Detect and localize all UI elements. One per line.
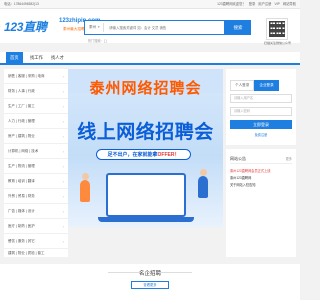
chevron-right-icon: › [62,74,64,79]
notice-item[interactable]: 泰州123直聘网会员正式上线 [230,168,270,173]
category-item[interactable]: 销售 | 客服 | 采购 | 电商 › [4,69,68,84]
wechat-qr-code [266,18,288,40]
category-label: 生产 | 物流 | 管理 [8,164,35,168]
category-item[interactable]: 生产 | 物流 | 管理 › [4,159,68,174]
banner-pill: 足不出户，在家就能拿OFFER！ [96,149,191,160]
free-register-link[interactable]: 免费注册 [230,132,292,137]
divider [230,163,292,164]
person-head-illustration [82,173,89,180]
chevron-right-icon: › [62,119,64,124]
nav-find-jobs[interactable]: 找工作 [26,52,47,63]
category-label: 教育 | 培训 | 翻译 [8,179,35,183]
login-button[interactable]: 立即登录 [230,120,292,129]
category-label: 计算机 | 网络 | 技术 [8,149,39,153]
banner-title-top: 泰州网络招聘会 [89,80,202,97]
username-field[interactable]: 请输入用户名 [230,94,292,103]
famous-companies-section: 名企招聘 查看更多 [0,264,300,300]
password-field[interactable]: 请输入密码 [230,107,292,116]
banner-pill-text: 足不出户，在家就能拿 [107,152,158,158]
category-label: 外贸 | 贸易 | 财务 [8,194,35,198]
person-head-illustration [200,169,207,176]
chevron-right-icon: › [62,149,64,154]
top-bar: 电话：17864496382(13 123直聘网欢迎您！ 登录 用户注册 VIP… [0,0,300,9]
category-label: 医疗 | 制药 | 医护 [8,224,35,228]
chevron-right-icon: › [62,209,64,214]
category-item[interactable]: 房产 | 建筑 | 物业 › [4,129,68,144]
hotline-text: 电话：17864496382(13 [4,2,39,6]
notice-item[interactable]: 泰州123直聘网 [230,175,251,180]
tab-company-login[interactable]: 企业登录 [254,80,279,91]
category-item[interactable]: 教育 | 培训 | 翻译 › [4,174,68,189]
city-label: 泰州 [89,25,97,29]
category-item[interactable]: 医疗 | 制药 | 医护 › [4,219,68,234]
category-label: 房产 | 建筑 | 物业 [8,134,35,138]
category-label: 广告 | 媒体 | 设计 [8,209,35,213]
chevron-right-icon: › [62,194,64,199]
register-link[interactable]: 用户注册 [258,0,271,9]
carousel-dots [140,222,154,225]
qr-caption: 扫描关注微信公众号 [264,41,292,45]
notice-panel: 网站公告 更多 泰州123直聘网会员正式上线 泰州123直聘网 关于网站入驻告知 [226,149,296,257]
nav-find-talent[interactable]: 找人才 [47,52,68,63]
qr-code-icon [269,21,285,37]
city-select[interactable]: 泰州▼ [85,23,105,32]
tab-personal-login[interactable]: 个人登录 [230,80,255,91]
chevron-right-icon: › [62,89,64,94]
site-nav-link[interactable]: 网站导航 [283,0,296,9]
chevron-right-icon: › [62,224,64,229]
nav-home[interactable]: 首页 [6,52,23,63]
category-label: 生产 | 工厂 | 普工 [8,104,35,108]
notice-item[interactable]: 关于网站入驻告知 [230,182,256,187]
category-item[interactable]: 财务 | 人事 | 行政 › [4,84,68,99]
person-illustration [80,180,90,202]
category-label: 销售 | 客服 | 采购 | 电商 [8,74,45,78]
category-item[interactable]: 外贸 | 贸易 | 财务 › [4,189,68,204]
login-panel: 个人登录 企业登录 请输入用户名 请输入密码 立即登录 免费注册 [226,69,296,145]
search-box: 泰州▼ [84,20,225,35]
banner-pill-highlight: OFFER！ [157,152,180,158]
category-item[interactable]: 计算机 | 网络 | 技术 › [4,144,68,159]
notice-title: 网站公告 [230,156,246,161]
welcome-text: 123直聘网欢迎您！ [217,2,246,6]
top-links: 123直聘网欢迎您！ 登录 用户注册 VIP 网站导航 [217,0,296,9]
category-label: 财务 | 人事 | 行政 [8,89,35,93]
chevron-right-icon: › [62,239,64,244]
banner-title-main: 线上网络招聘会 [77,122,214,143]
login-tabs: 个人登录 企业登录 [230,80,279,91]
search-input[interactable] [104,21,224,34]
chevron-right-icon: › [62,134,64,139]
notice-more-link[interactable]: 更多 [286,156,292,161]
main-nav: 首页 找工作 找人才 [0,52,300,65]
category-item[interactable]: 广告 | 媒体 | 设计 › [4,204,68,219]
category-label: 建筑 | 物业 | 质检 | 普工 [8,251,45,255]
category-item[interactable]: 餐饮 | 服务 | 其它 › [4,234,68,249]
promo-banner[interactable]: 泰州网络招聘会 线上网络招聘会 足不出户，在家就能拿OFFER！ [68,69,223,227]
category-label: 餐饮 | 服务 | 其它 [8,239,35,243]
hot-searches: 热门搜索：[ ] [88,39,107,43]
chevron-right-icon: › [62,104,64,109]
view-more-button[interactable]: 查看更多 [131,281,169,289]
person-illustration [198,176,208,198]
login-link[interactable]: 登录 [249,0,256,9]
divider [158,272,192,273]
laptop-illustration [106,173,186,217]
search-button[interactable]: 搜索 [225,20,251,35]
category-item[interactable]: 生产 | 工厂 | 普工 › [4,99,68,114]
chevron-right-icon: › [62,179,64,184]
section-title: 名企招聘 [138,271,161,277]
category-item[interactable]: 人力 | 行政 | 管理 › [4,114,68,129]
chevron-down-icon: ▼ [97,25,101,29]
chevron-right-icon: › [62,164,64,169]
site-logo[interactable]: 123直聘 [4,18,47,35]
vip-link[interactable]: VIP [274,0,279,9]
category-label: 人力 | 行政 | 管理 [8,119,35,123]
category-panel: 销售 | 客服 | 采购 | 电商 › 财务 | 人事 | 行政 › 生产 | 工厂… [4,69,68,257]
header: 123直聘 123zhipin.com 泰州最大招聘网 泰州▼ 搜索 热门搜索：… [0,9,300,45]
category-item[interactable]: 建筑 | 物业 | 质检 | 普工 [4,249,68,257]
